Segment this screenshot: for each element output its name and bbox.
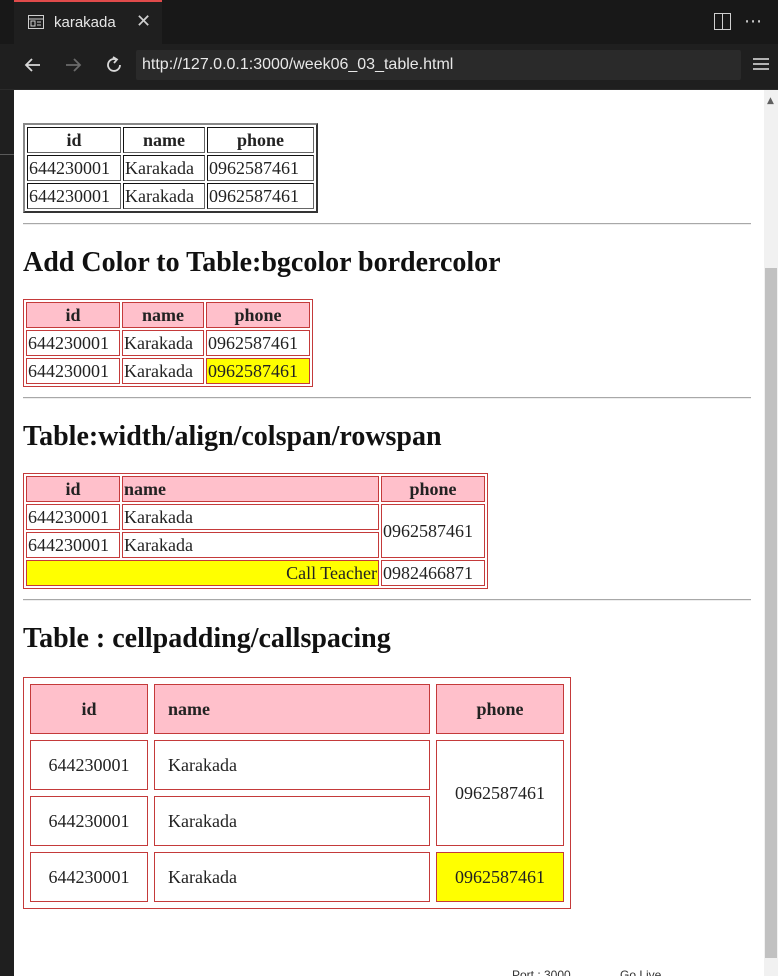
url-text: http://127.0.0.1:3000/week06_03_table.ht… (142, 56, 454, 73)
cell-phone: 0962587461 (206, 330, 310, 356)
section-heading-span: Table:width/align/colspan/rowspan (23, 421, 442, 452)
cell-phone-highlighted: 0962587461 (436, 852, 564, 902)
page-content: id name phone 644230001 Karakada 0962587… (23, 123, 751, 909)
go-live-button[interactable]: Go Live (620, 968, 661, 976)
back-arrow-icon[interactable] (22, 54, 44, 76)
editor-gutter (0, 90, 14, 976)
header-name: name (123, 127, 205, 153)
cell-id: 644230001 (27, 155, 121, 181)
preview-icon (28, 15, 44, 29)
cell-phone-highlighted: 0962587461 (206, 358, 310, 384)
url-input[interactable]: http://127.0.0.1:3000/week06_03_table.ht… (136, 50, 741, 80)
cell-id: 644230001 (26, 358, 120, 384)
cell-phone-merged: 0962587461 (381, 504, 485, 558)
browser-tab[interactable]: karakada ✕ (14, 0, 162, 44)
cell-phone: 0962587461 (207, 155, 314, 181)
cell-name: Karakada (123, 155, 205, 181)
split-editor-icon[interactable] (714, 13, 731, 30)
cell-name: Karakada (122, 504, 379, 530)
section-heading-padding: Table : cellpadding/callspacing (23, 623, 391, 654)
span-table: id name phone 644230001 Karakada 0962587… (23, 473, 488, 589)
header-phone: phone (436, 684, 564, 734)
vertical-scrollbar[interactable]: ▲ (764, 90, 778, 976)
cell-id: 644230001 (26, 532, 120, 558)
tab-title: karakada (54, 14, 116, 31)
scroll-up-icon[interactable]: ▲ (767, 96, 774, 106)
table-row: 644230001 Karakada 0962587461 (30, 852, 564, 902)
table-row: 644230001 Karakada 0962587461 (27, 155, 314, 181)
scroll-thumb[interactable] (765, 268, 777, 958)
header-phone: phone (207, 127, 314, 153)
table-row: 644230001 Karakada 0962587461 (26, 504, 485, 558)
port-status[interactable]: Port : 3000 (512, 968, 571, 976)
padding-table: id name phone 644230001 Karakada 0962587… (23, 677, 571, 909)
header-name: name (154, 684, 430, 734)
table-row: 644230001 Karakada 0962587461 (27, 183, 314, 209)
status-bar: Port : 3000 Go Live (500, 965, 764, 976)
cell-id: 644230001 (26, 504, 120, 530)
cell-name: Karakada (154, 852, 430, 902)
section-heading-color: Add Color to Table:bgcolor bordercolor (23, 247, 501, 278)
close-icon[interactable]: ✕ (136, 12, 151, 32)
table-row: 644230001 Karakada 0962587461 (26, 330, 310, 356)
header-id: id (27, 127, 121, 153)
cell-phone-merged: 0962587461 (436, 740, 564, 846)
web-page: id name phone 644230001 Karakada 0962587… (14, 90, 764, 976)
call-teacher-cell: Call Teacher (26, 560, 379, 586)
address-bar: http://127.0.0.1:3000/week06_03_table.ht… (0, 44, 778, 90)
table-row: 644230001 Karakada 0962587461 (30, 740, 564, 846)
cell-name: Karakada (154, 740, 430, 790)
more-actions-icon[interactable]: ⋯ (744, 12, 762, 32)
menu-icon[interactable] (752, 56, 770, 72)
cell-id: 644230001 (26, 330, 120, 356)
cell-phone: 0982466871 (381, 560, 485, 586)
table-row: Call Teacher 0982466871 (26, 560, 485, 586)
header-id: id (26, 476, 120, 502)
color-table: id name phone 644230001 Karakada 0962587… (23, 299, 313, 387)
cell-name: Karakada (122, 330, 204, 356)
cell-id: 644230001 (30, 740, 148, 790)
table-row: 644230001 Karakada 0962587461 (26, 358, 310, 384)
cell-name: Karakada (154, 796, 430, 846)
cell-id: 644230001 (30, 852, 148, 902)
divider (23, 223, 751, 225)
reload-icon[interactable] (103, 54, 125, 76)
header-name: name (122, 476, 379, 502)
divider (23, 599, 751, 601)
tab-bar: karakada ✕ ⋯ (0, 0, 778, 44)
header-phone: phone (206, 302, 310, 328)
divider (23, 397, 751, 399)
header-phone: phone (381, 476, 485, 502)
header-name: name (122, 302, 204, 328)
header-id: id (30, 684, 148, 734)
cell-name: Karakada (122, 358, 204, 384)
cell-name: Karakada (123, 183, 205, 209)
cell-phone: 0962587461 (207, 183, 314, 209)
cell-id: 644230001 (27, 183, 121, 209)
basic-table: id name phone 644230001 Karakada 0962587… (23, 123, 318, 213)
forward-arrow-icon[interactable] (62, 54, 84, 76)
header-id: id (26, 302, 120, 328)
cell-id: 644230001 (30, 796, 148, 846)
cell-name: Karakada (122, 532, 379, 558)
